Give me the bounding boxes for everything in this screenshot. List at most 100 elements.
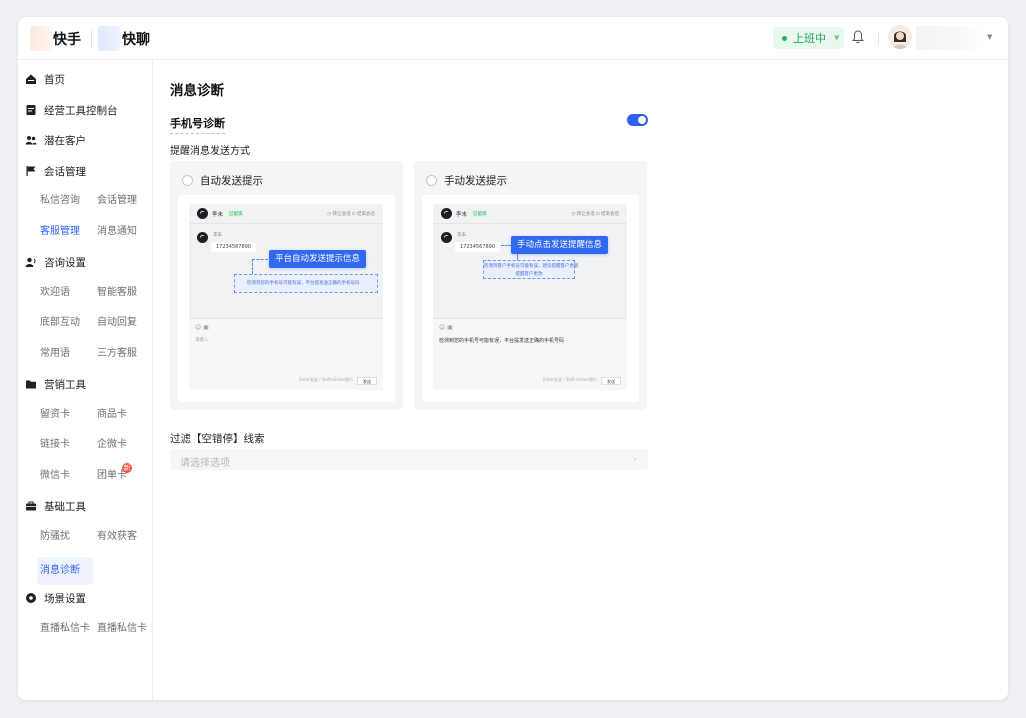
sidebar-item-service-mgmt[interactable]: 客服管理 [40,222,80,242]
option-card-manual[interactable]: 手动发送提示 李未 已留资 ◷ 转让会话 ⏻ 结束会话 李未 172345678… [414,161,647,410]
sidebar-nav: 首页 经营工具控制台 潜在客户 会话管理 私信咨询 会话管理 客服管理 消息通知… [18,60,153,700]
user-menu-chevron-icon[interactable]: ▼ [987,33,992,41]
manual-hint-line: 检测到客户手机号可能有误，建议提醒客户更新 [484,264,579,269]
console-icon [26,105,36,115]
scene-gear-icon [26,593,36,603]
kuailiao-logo[interactable]: 快聊 [98,26,150,51]
chat-mock: 李未 已留资 ◷ 转让会话 ⏻ 结束会话 李未 17234567890 平台自动… [189,204,383,390]
mini-tag: 已留资 [471,209,489,218]
manual-hint-text: 检测到您的手机号可能有误，平台提发送正确的手机号码 [439,338,565,344]
message-avatar-icon [441,232,452,243]
phone-diagnosis-toggle[interactable] [627,114,648,126]
kuaishou-logo-icon [30,26,52,51]
sidebar-item-label: 基础工具 [44,500,86,513]
sidebar-item-msg-diagnosis[interactable]: 消息诊断 [37,557,93,585]
sidebar-item-bottom-interact[interactable]: 底部互动 [40,313,80,333]
sidebar-item-session-mgmt[interactable]: 会话管理 [97,191,137,211]
connector-line [501,245,511,246]
sidebar-item-wecom-card[interactable]: 企微卡 [97,435,127,455]
new-badge: 新 [122,463,132,473]
sidebar-item-basic[interactable]: 基础工具 [25,496,86,516]
consult-user-icon [25,257,36,267]
callout-auto-send: 平台自动发送提示信息 [269,250,367,268]
radio-circle-icon [182,175,193,186]
mini-avatar-icon [441,208,452,219]
header-divider [878,31,879,45]
radio-label: 自动发送提示 [200,175,263,187]
chevron-down-icon: ⌄ [632,454,638,462]
status-dot-icon [782,35,787,41]
preview-auto: 李未 已留资 ◷ 转让会话 ⏻ 结束会话 李未 17234567890 平台自动… [178,195,395,402]
preview-manual: 李未 已留资 ◷ 转让会话 ⏻ 结束会话 李未 17234567890 手动点击… [422,195,639,402]
sidebar-item-anti-harass[interactable]: 防骚扰 [40,527,70,547]
phone-bubble: 17234567890 [455,242,500,252]
mini-avatar-icon [197,208,208,219]
sidebar-item-marketing[interactable]: 营销工具 [25,374,86,394]
sidebar-item-lead-card[interactable]: 留资卡 [40,405,70,425]
mini-contact-name: 李未 [456,211,468,218]
message-sender: 李未 [457,233,466,238]
phone-bubble: 17234567890 [211,242,256,252]
send-hint: Enter发送 / Shift+Enter换行 [543,377,597,382]
remind-customer-link: 提醒客户更改 [515,272,543,277]
sidebar-item-label: 咨询设置 [44,256,86,269]
logo-divider [91,30,92,47]
flag-icon [26,166,36,176]
sidebar-item-consult[interactable]: 咨询设置 [25,252,86,272]
top-header: 快手 快聊 上班中 ▼ ▼ [18,17,1008,60]
radio-auto-send[interactable]: 自动发送提示 [182,173,263,188]
kuaishou-logo[interactable]: 快手 [30,26,81,51]
sidebar-item-label: 营销工具 [44,378,86,391]
chevron-down-icon: ▼ [834,34,840,42]
toggle-knob [638,116,646,124]
sidebar-item-scene[interactable]: 场景设置 [25,588,86,608]
send-hint: Enter发送 / Shift+Enter换行 [299,377,353,382]
connector-line [252,259,253,274]
chat-input-area: ☺ ▣ 检测到您的手机号可能有误，平台提发送正确的手机号码 Enter发送 / … [433,318,627,390]
chat-header: 李未 已留资 ◷ 转让会话 ⏻ 结束会话 [433,204,627,224]
connector-line [252,259,268,260]
callout-manual-send: 手动点击发送提醒信息 [511,236,609,254]
emoji-image-icons: ☺ ▣ [439,324,453,331]
sidebar-item-effective-leads[interactable]: 有效获客 [97,527,137,547]
sidebar-item-product-card[interactable]: 商品卡 [97,405,127,425]
option-card-auto[interactable]: 自动发送提示 李未 已留资 ◷ 转让会话 ⏻ 结束会话 李未 172345678… [170,161,403,410]
manual-hint-message: 检测到客户手机号可能有误，建议提醒客户更新 提醒客户更改 [483,260,579,279]
section-title-phone-diagnosis: 手机号诊断 [170,115,225,134]
kuailiao-logo-icon [98,26,120,51]
sidebar-item-leads[interactable]: 潜在客户 [25,130,86,150]
sidebar-item-wechat-card[interactable]: 微信卡 [40,466,70,486]
sidebar-item-session[interactable]: 会话管理 [25,161,86,181]
sidebar-item-console[interactable]: 经营工具控制台 [25,100,118,120]
sidebar-item-third-party[interactable]: 三方客服 [97,344,137,364]
user-avatar[interactable] [888,25,912,49]
sidebar-item-welcome[interactable]: 欢迎语 [40,283,70,303]
select-placeholder: 请选择选项 [180,458,230,469]
brand-kuailiao: 快聊 [122,31,150,48]
sidebar-item-msg-notify[interactable]: 消息通知 [97,222,137,242]
page-title: 消息诊断 [170,83,224,99]
bell-icon[interactable] [851,29,865,45]
sidebar-item-auto-reply[interactable]: 自动回复 [97,313,137,333]
sidebar-item-private-consult[interactable]: 私信咨询 [40,191,80,211]
sidebar-item-live-card[interactable]: 直播私信卡 [40,619,90,639]
emoji-image-icons: ☺ ▣ [195,324,209,331]
work-status-dropdown[interactable]: 上班中 ▼ [773,27,844,49]
sidebar-item-live-card-2[interactable]: 直播私信卡 [97,619,147,639]
sidebar-item-label: 首页 [44,73,65,86]
filter-select[interactable]: 请选择选项 ⌄ [170,449,648,470]
users-icon [25,136,37,145]
mock-send-button: 发送 [357,377,377,385]
sidebar-item-link-card[interactable]: 链接卡 [40,435,70,455]
username-blurred[interactable] [916,26,986,50]
sidebar-item-label: 潜在客户 [44,134,86,147]
filter-label: 过滤【空错停】线索 [170,433,265,445]
radio-label: 手动发送提示 [444,175,507,187]
sidebar-item-home[interactable]: 首页 [25,69,65,89]
sidebar-item-common-phrases[interactable]: 常用语 [40,344,70,364]
folder-icon [26,380,36,389]
radio-manual-send[interactable]: 手动发送提示 [426,173,507,188]
mini-actions: ◷ 转让会话 ⏻ 结束会话 [571,212,619,217]
chat-header: 李未 已留资 ◷ 转让会话 ⏻ 结束会话 [189,204,383,224]
sidebar-item-smart-service[interactable]: 智能客服 [97,283,137,303]
